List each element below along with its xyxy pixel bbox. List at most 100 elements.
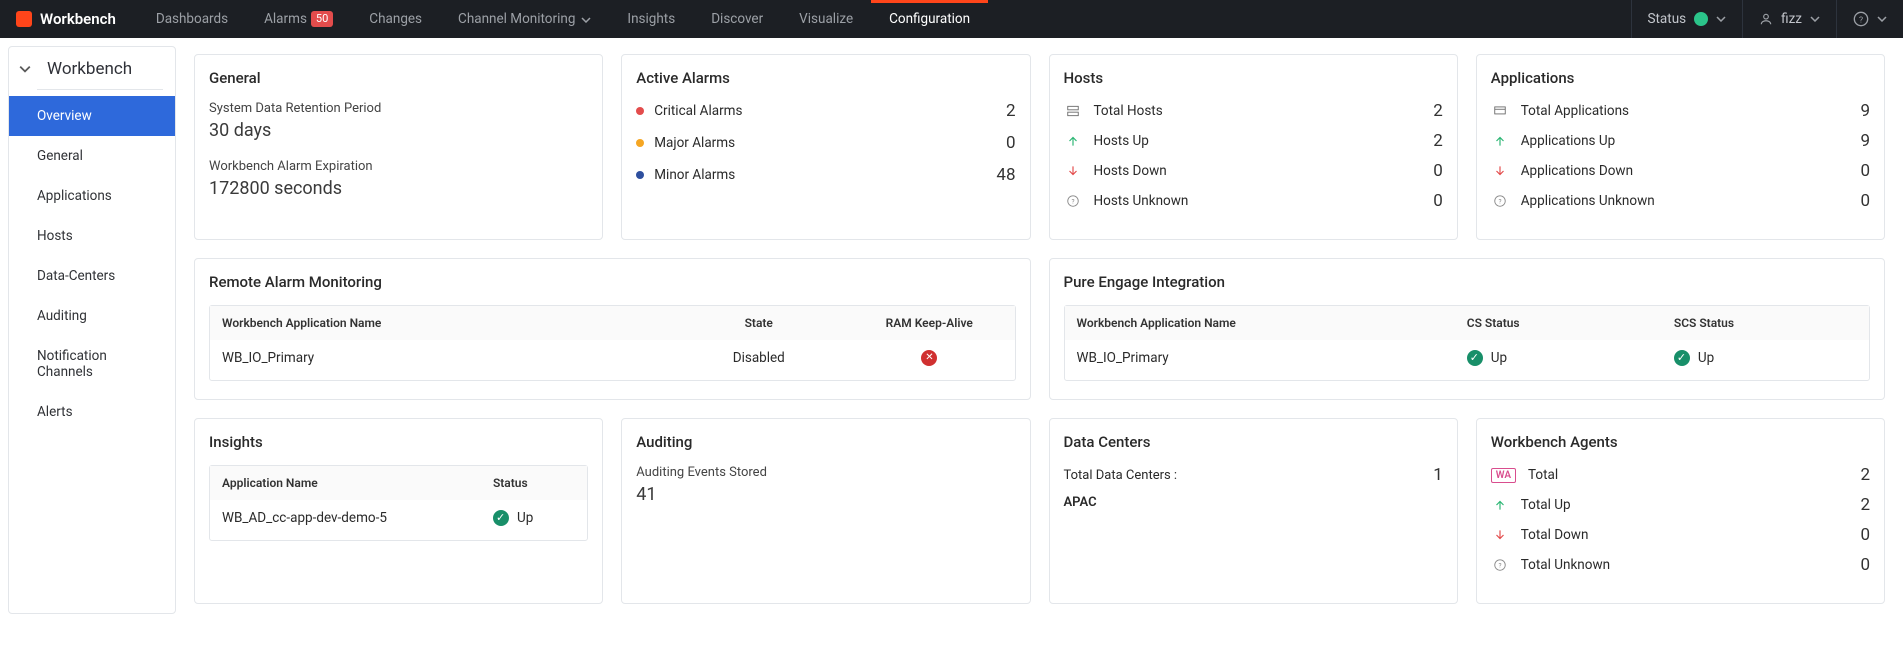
apps-up-row: Applications Up 9 <box>1491 131 1870 151</box>
auditing-label: Auditing Events Stored <box>636 465 1015 480</box>
nav-configuration-label: Configuration <box>889 11 970 27</box>
ok-icon <box>1467 350 1483 366</box>
nav-visualize[interactable]: Visualize <box>781 0 871 38</box>
nav-channel-monitoring-label: Channel Monitoring <box>458 11 575 27</box>
value: 0 <box>1860 525 1870 545</box>
label: Total Hosts <box>1094 103 1163 119</box>
card-title: Workbench Agents <box>1491 433 1870 451</box>
user-name: fizz <box>1781 11 1802 27</box>
alarm-critical-row: Critical Alarms 2 <box>636 101 1015 121</box>
nav-dashboards[interactable]: Dashboards <box>138 0 246 38</box>
card-title: General <box>209 69 588 87</box>
card-title: Hosts <box>1064 69 1443 87</box>
label: Total <box>1528 467 1558 483</box>
nav-changes[interactable]: Changes <box>351 0 440 38</box>
svg-text:?: ? <box>1498 197 1501 205</box>
arrow-down-icon <box>1491 528 1509 542</box>
value: 2 <box>1433 101 1443 121</box>
alarm-minor-row: Minor Alarms 48 <box>636 165 1015 185</box>
nav-changes-label: Changes <box>369 11 422 27</box>
label: Minor Alarms <box>654 167 735 183</box>
label: Total Unknown <box>1521 557 1610 573</box>
arrow-up-icon <box>1064 134 1082 148</box>
sidebar-item-overview[interactable]: Overview <box>9 96 175 136</box>
value: 0 <box>1433 191 1443 211</box>
auditing-value: 41 <box>636 484 1015 505</box>
sidebar-item-general[interactable]: General <box>9 136 175 176</box>
sidebar-item-alerts[interactable]: Alerts <box>9 392 175 432</box>
card-title: Insights <box>209 433 588 451</box>
nav-alarms-label: Alarms <box>264 11 307 27</box>
retention-value: 30 days <box>209 120 588 141</box>
label: Critical Alarms <box>654 103 742 119</box>
ok-icon <box>1674 350 1690 366</box>
unknown-icon: ? <box>1491 558 1509 572</box>
chevron-down-icon <box>1877 16 1887 22</box>
svg-text:?: ? <box>1859 15 1863 25</box>
label: Hosts Unknown <box>1094 193 1189 209</box>
cell-cs: Up <box>1455 340 1662 380</box>
nav-channel-monitoring[interactable]: Channel Monitoring <box>440 0 609 38</box>
arrow-up-icon <box>1491 134 1509 148</box>
insights-table: Application Name Status WB_AD_cc-app-dev… <box>209 465 588 541</box>
value: 2 <box>1860 495 1870 515</box>
value: 0 <box>1433 161 1443 181</box>
pei-table: Workbench Application Name CS Status SCS… <box>1064 305 1871 381</box>
sidebar-item-applications[interactable]: Applications <box>9 176 175 216</box>
dot-icon <box>636 171 644 179</box>
hosts-up-row: Hosts Up 2 <box>1064 131 1443 151</box>
sidebar: Workbench Overview General Applications … <box>8 46 176 614</box>
value: 48 <box>996 165 1015 185</box>
table-row: WB_AD_cc-app-dev-demo-5 Up <box>210 500 587 540</box>
hosts-unknown-row: ? Hosts Unknown 0 <box>1064 191 1443 211</box>
sidebar-item-auditing[interactable]: Auditing <box>9 296 175 336</box>
status-menu[interactable]: Status <box>1631 0 1743 38</box>
main-nav: Dashboards Alarms 50 Changes Channel Mon… <box>138 0 988 38</box>
sidebar-item-hosts[interactable]: Hosts <box>9 216 175 256</box>
nav-alarms[interactable]: Alarms 50 <box>246 0 351 38</box>
brand-icon <box>16 11 32 27</box>
card-pure-engage-integration: Pure Engage Integration Workbench Applic… <box>1049 258 1886 400</box>
card-title: Active Alarms <box>636 69 1015 87</box>
value: 9 <box>1860 131 1870 151</box>
sidebar-item-notification-channels[interactable]: Notification Channels <box>9 336 175 392</box>
sidebar-item-data-centers[interactable]: Data-Centers <box>9 256 175 296</box>
card-insights: Insights Application Name Status WB_AD_c… <box>194 418 603 604</box>
agents-up-row: Total Up 2 <box>1491 495 1870 515</box>
nav-discover[interactable]: Discover <box>693 0 781 38</box>
table-row: WB_IO_Primary Up Up <box>1065 340 1870 380</box>
apps-icon <box>1491 104 1509 118</box>
hosts-total-row: Total Hosts 2 <box>1064 101 1443 121</box>
nav-configuration[interactable]: Configuration <box>871 0 988 38</box>
col-status: Status <box>481 466 587 500</box>
sidebar-title: Workbench <box>41 59 132 79</box>
apps-total-row: Total Applications 9 <box>1491 101 1870 121</box>
retention-label: System Data Retention Period <box>209 101 588 116</box>
user-menu[interactable]: fizz <box>1742 0 1836 38</box>
brand: Workbench <box>0 10 138 28</box>
nav-visualize-label: Visualize <box>799 11 853 27</box>
dc-region: APAC <box>1064 495 1443 510</box>
label: Hosts Up <box>1094 133 1149 149</box>
cell-app-name: WB_IO_Primary <box>1065 340 1455 380</box>
status-text: Up <box>517 510 533 526</box>
help-menu[interactable]: ? <box>1836 0 1903 38</box>
card-title: Remote Alarm Monitoring <box>209 273 1016 291</box>
chevron-down-icon <box>1810 16 1820 22</box>
card-title: Auditing <box>636 433 1015 451</box>
card-auditing: Auditing Auditing Events Stored 41 <box>621 418 1030 604</box>
card-remote-alarm-monitoring: Remote Alarm Monitoring Workbench Applic… <box>194 258 1031 400</box>
chevron-down-icon <box>581 11 591 27</box>
svg-text:?: ? <box>1071 197 1074 205</box>
arrow-up-icon <box>1491 498 1509 512</box>
unknown-icon: ? <box>1064 194 1082 208</box>
card-title: Applications <box>1491 69 1870 87</box>
nav-discover-label: Discover <box>711 11 763 27</box>
card-active-alarms: Active Alarms Critical Alarms 2 Major Al… <box>621 54 1030 240</box>
unknown-icon: ? <box>1491 194 1509 208</box>
chevron-down-icon <box>1716 16 1726 22</box>
sidebar-header[interactable]: Workbench <box>9 47 175 89</box>
nav-insights[interactable]: Insights <box>609 0 693 38</box>
col-app-name: Application Name <box>210 466 481 500</box>
value: 9 <box>1860 101 1870 121</box>
